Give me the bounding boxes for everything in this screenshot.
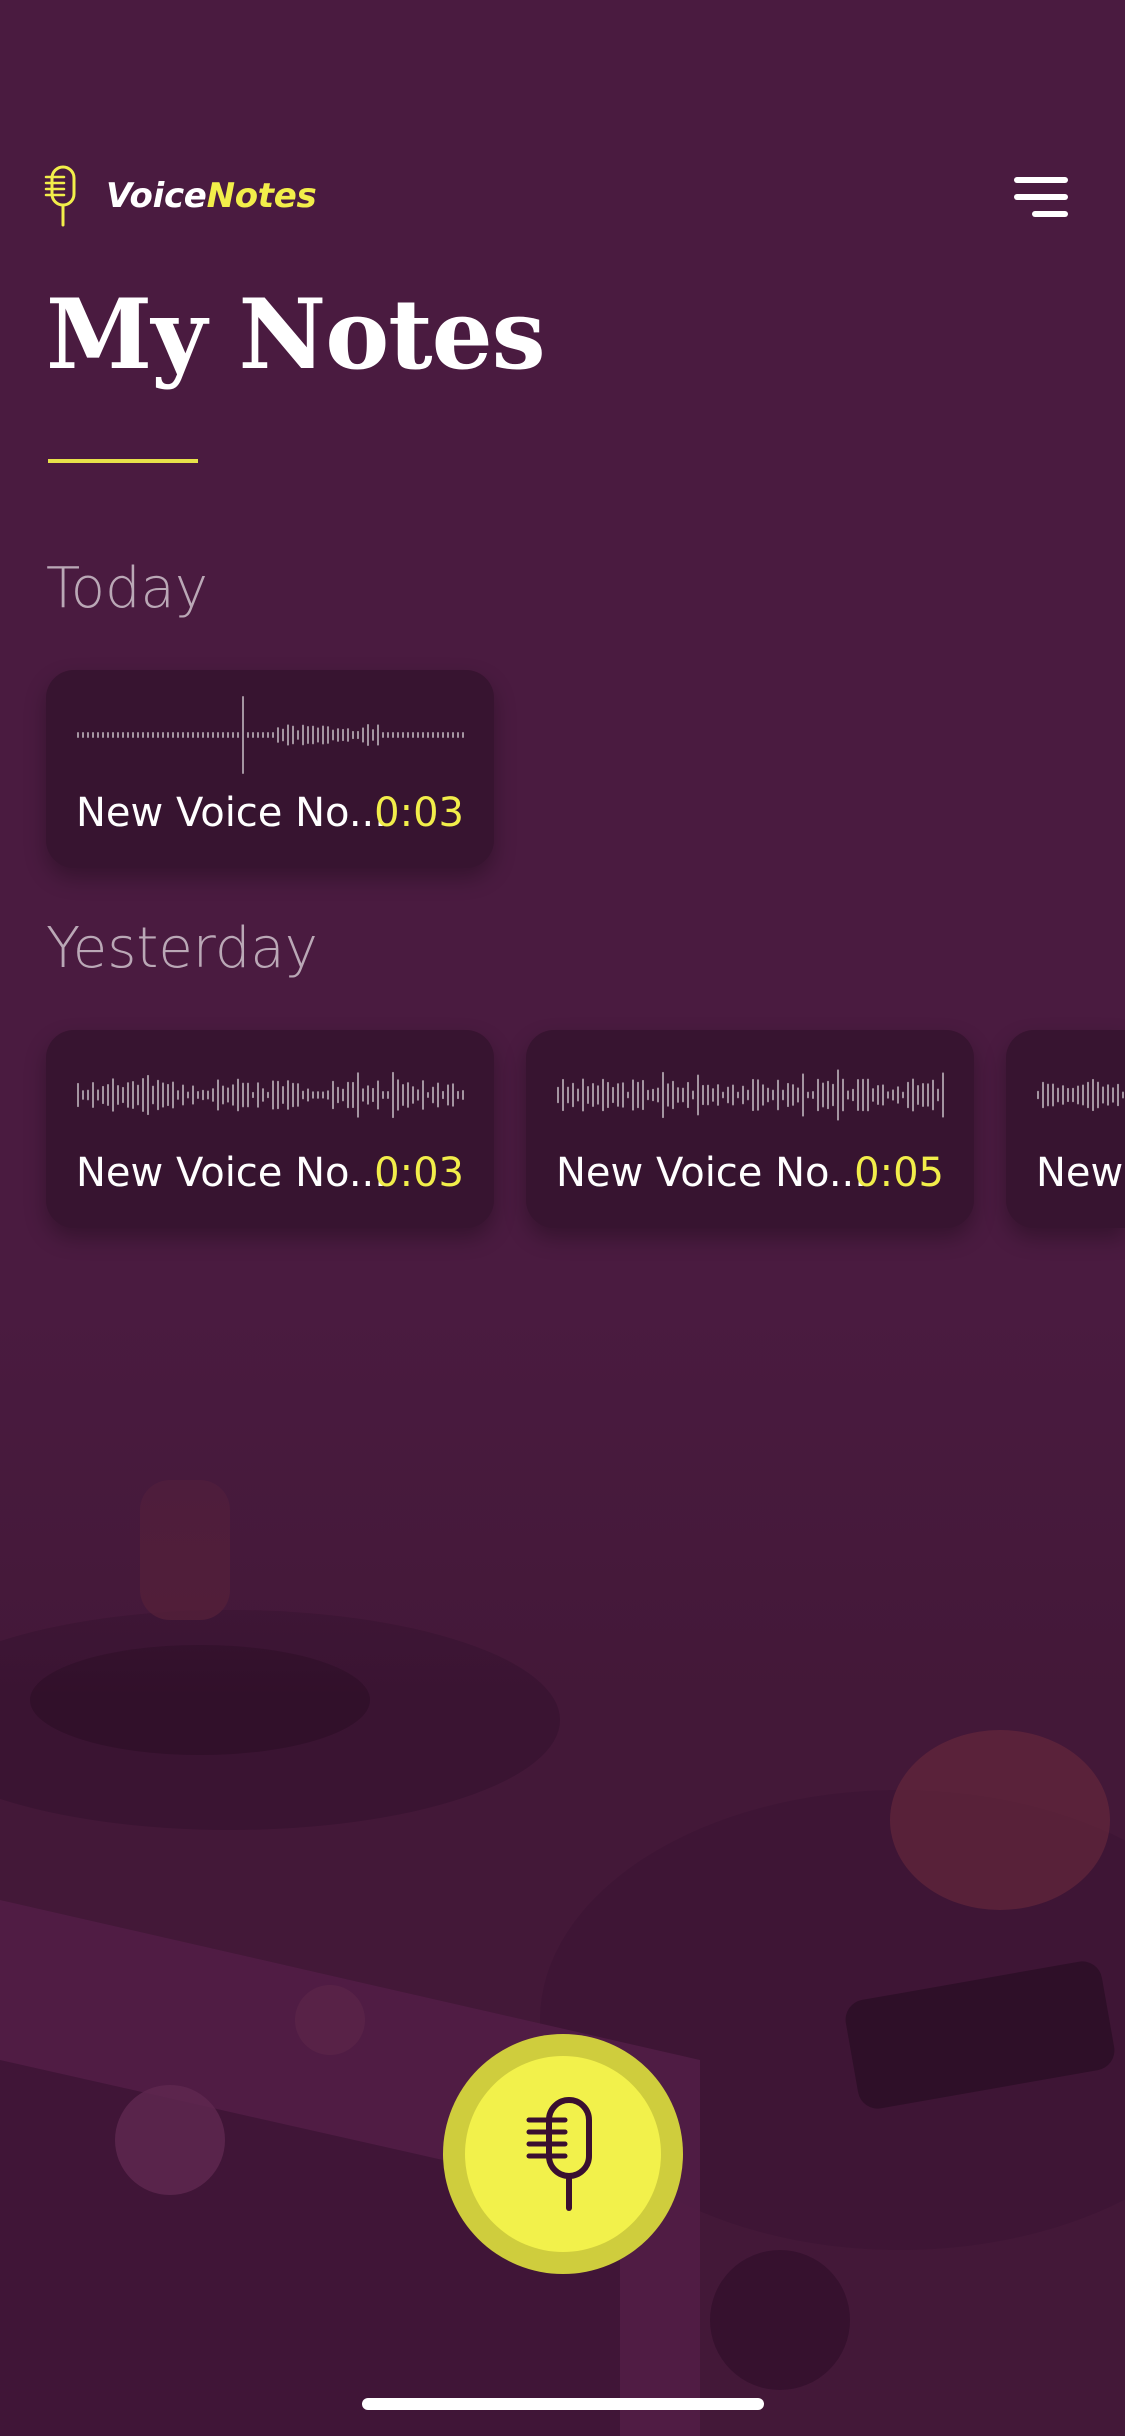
voice-note-title: New Voice No...: [76, 1150, 387, 1196]
app-header: VoiceNotes: [0, 0, 1125, 260]
record-button[interactable]: [443, 2034, 683, 2274]
voice-note-card[interactable]: New Voice No... 0:03: [46, 670, 494, 868]
voice-note-duration: 0:03: [374, 790, 464, 836]
microphone-icon: [44, 165, 76, 227]
brand-voice: Voice: [106, 176, 207, 216]
voice-note-title: New: [1036, 1150, 1124, 1196]
section-label-yesterday: Yesterday: [46, 916, 318, 981]
hamburger-menu-icon[interactable]: [1014, 175, 1074, 219]
voice-note-title: New Voice No...: [76, 790, 387, 836]
page-title: My Notes: [46, 278, 546, 391]
waveform-icon: [77, 696, 464, 774]
waveform-icon: [1037, 1078, 1124, 1112]
voice-note-card[interactable]: New Voice No... 0:05: [526, 1030, 974, 1228]
waveform-icon: [557, 1069, 944, 1121]
waveform-icon: [77, 1071, 464, 1119]
home-indicator[interactable]: [362, 2398, 764, 2410]
voice-note-title: New Voice No...: [556, 1150, 867, 1196]
voice-note-card[interactable]: New Voice No... 0:03: [46, 1030, 494, 1228]
microphone-icon: [526, 2097, 592, 2211]
voice-note-duration: 0:05: [854, 1150, 944, 1196]
voice-note-card[interactable]: New: [1006, 1030, 1125, 1228]
voice-note-duration: 0:03: [374, 1150, 464, 1196]
title-underline: [48, 459, 198, 463]
brand-notes: Notes: [206, 176, 317, 216]
section-label-today: Today: [46, 556, 208, 621]
app-brand: VoiceNotes: [106, 176, 317, 216]
app-logo: VoiceNotes: [44, 165, 317, 227]
